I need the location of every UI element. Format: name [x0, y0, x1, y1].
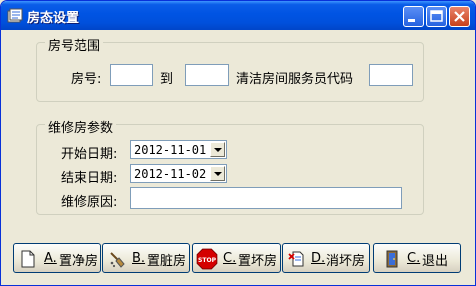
set-dirty-key: B. [132, 251, 146, 266]
window-title: 房态设置 [27, 11, 80, 26]
set-dirty-label: 置脏房 [147, 254, 187, 269]
title-bar[interactable]: 房态设置 [1, 1, 475, 30]
stop-sign-text: STOP [198, 257, 217, 264]
end-date-picker[interactable]: 2012-11-02 [130, 164, 227, 183]
start-date-label: 开始日期: [61, 147, 118, 162]
cleaner-code-input[interactable] [369, 64, 413, 86]
set-broken-key: C. [223, 251, 237, 266]
room-range-group-title: 房号范围 [45, 35, 104, 54]
maintenance-group-title: 维修房参数 [45, 117, 117, 136]
cleaner-code-label: 清洁房间服务员代码 [236, 72, 354, 87]
cancel-broken-label: 消坏房 [326, 254, 366, 269]
set-clean-key: A. [44, 251, 57, 266]
cancel-broken-key: D. [311, 251, 326, 266]
end-date-label: 结束日期: [61, 171, 118, 186]
exit-door-icon [386, 250, 398, 268]
set-broken-label: 置坏房 [238, 254, 278, 269]
close-icon [454, 11, 465, 22]
blank-page-icon [21, 250, 35, 268]
start-date-value: 2012-11-01 [134, 143, 207, 157]
app-icon [7, 8, 23, 23]
chevron-down-icon[interactable] [210, 142, 225, 157]
exit-key: C. [407, 251, 421, 266]
set-dirty-button[interactable]: B. 置脏房 [102, 243, 190, 273]
reason-input[interactable] [130, 187, 402, 209]
broom-icon [110, 252, 125, 268]
reason-label: 维修原因: [61, 195, 118, 210]
exit-button[interactable]: C. 退出 [373, 243, 461, 273]
maximize-icon [430, 10, 443, 22]
room-number-label: 房号: [71, 72, 102, 87]
room-status-window: 房态设置 房号范围 房号: 到 清洁房间服务员代码 维修房参数 开始日期: 20… [0, 0, 476, 286]
page-cancel-icon [288, 251, 304, 267]
chevron-down-icon[interactable] [210, 166, 225, 181]
start-date-picker[interactable]: 2012-11-01 [130, 140, 227, 159]
close-button[interactable] [449, 6, 470, 27]
stop-sign-icon: STOP [196, 248, 218, 270]
set-broken-button[interactable]: STOP C. 置坏房 [192, 243, 281, 273]
minimize-button[interactable] [403, 6, 424, 27]
room-to-input[interactable] [185, 64, 229, 86]
maximize-button[interactable] [426, 6, 447, 27]
cancel-broken-button[interactable]: D. 消坏房 [282, 243, 370, 273]
client-area: 房号范围 房号: 到 清洁房间服务员代码 维修房参数 开始日期: 2012-11… [4, 30, 472, 284]
room-range-group: 房号范围 房号: 到 清洁房间服务员代码 [36, 35, 424, 102]
end-date-value: 2012-11-02 [134, 167, 207, 181]
set-clean-label: 置净房 [59, 254, 99, 269]
minimize-icon [408, 19, 415, 22]
set-clean-button[interactable]: A. 置净房 [13, 243, 101, 273]
maintenance-group: 维修房参数 开始日期: 2012-11-01 结束日期: 2012-11-02 … [36, 117, 424, 215]
to-label: 到 [160, 72, 174, 87]
room-from-input[interactable] [110, 64, 153, 86]
exit-label: 退出 [422, 254, 449, 269]
